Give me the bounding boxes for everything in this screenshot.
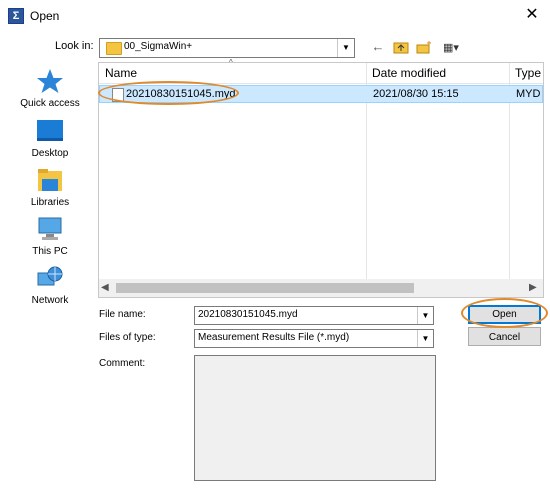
view-menu-button[interactable]: ▦▾ <box>438 38 464 56</box>
network-icon <box>37 266 63 286</box>
close-icon: ✕ <box>525 6 539 23</box>
back-button[interactable]: ← <box>368 38 388 56</box>
file-name-field[interactable]: 20210830151045.myd ▼ <box>194 306 434 325</box>
chevron-down-icon[interactable]: ▼ <box>417 307 433 324</box>
look-in-dropdown[interactable]: 00_SigmaWin+ ▼ <box>99 38 355 58</box>
scroll-right-icon[interactable]: ▶ <box>529 282 537 293</box>
title-bar: Σ Open ✕ <box>0 0 550 32</box>
horizontal-scrollbar[interactable]: ◀ ▶ <box>99 279 543 297</box>
file-list[interactable]: ^ Name Date modified Type 20210830151045… <box>98 58 544 298</box>
place-libraries[interactable]: Libraries <box>14 167 86 215</box>
new-folder-button[interactable] <box>414 38 434 56</box>
scroll-left-icon[interactable]: ◀ <box>101 282 109 293</box>
scrollbar-thumb[interactable] <box>116 283 414 293</box>
open-button[interactable]: Open <box>468 305 541 324</box>
look-in-value: 00_SigmaWin+ <box>124 41 193 52</box>
place-this-pc[interactable]: This PC <box>14 216 86 264</box>
star-icon <box>37 69 63 93</box>
up-folder-button[interactable] <box>391 38 411 56</box>
close-button[interactable]: ✕ <box>520 4 544 26</box>
file-type-value: Measurement Results File (*.myd) <box>198 332 350 343</box>
cancel-button[interactable]: Cancel <box>468 327 541 346</box>
file-type-label: Files of type: <box>99 332 156 343</box>
column-header-type[interactable]: Type <box>515 66 541 80</box>
back-arrow-icon: ← <box>371 39 385 54</box>
place-network[interactable]: Network <box>14 265 86 313</box>
up-folder-icon <box>393 42 409 54</box>
view-menu-icon: ▦▾ <box>443 42 459 54</box>
app-icon: Σ <box>8 8 24 24</box>
file-row[interactable]: 20210830151045.myd 2021/08/30 15:15 MYD <box>99 85 543 103</box>
file-name-value: 20210830151045.myd <box>198 309 298 320</box>
file-list-header: ^ Name Date modified Type <box>99 58 543 84</box>
place-label: Quick access <box>20 98 80 109</box>
place-label: Network <box>31 295 69 306</box>
chevron-down-icon[interactable]: ▼ <box>337 39 354 57</box>
place-label: Desktop <box>31 148 69 159</box>
place-label: Libraries <box>30 197 70 208</box>
column-header-date[interactable]: Date modified <box>372 66 446 80</box>
comment-field[interactable] <box>194 355 436 481</box>
place-label: This PC <box>32 246 68 257</box>
computer-icon <box>38 217 62 240</box>
file-type-select[interactable]: Measurement Results File (*.myd) ▼ <box>194 329 434 348</box>
window-title: Open <box>30 9 60 23</box>
libraries-icon <box>38 169 62 191</box>
file-name-cell: 20210830151045.myd <box>126 88 236 100</box>
file-name-label: File name: <box>99 309 146 320</box>
place-desktop[interactable]: Desktop <box>14 118 86 166</box>
desktop-icon <box>37 120 63 141</box>
new-folder-icon <box>416 41 431 54</box>
file-icon <box>112 88 124 102</box>
file-type-cell: MYD <box>516 88 541 100</box>
column-header-name[interactable]: Name <box>105 66 137 80</box>
file-date-cell: 2021/08/30 15:15 <box>373 88 459 100</box>
place-quick-access[interactable]: Quick access <box>14 68 86 116</box>
comment-label: Comment: <box>99 358 146 369</box>
sort-up-icon: ^ <box>229 58 233 67</box>
look-in-label: Look in: <box>55 40 94 52</box>
chevron-down-icon[interactable]: ▼ <box>417 330 433 347</box>
folder-icon <box>106 42 122 55</box>
